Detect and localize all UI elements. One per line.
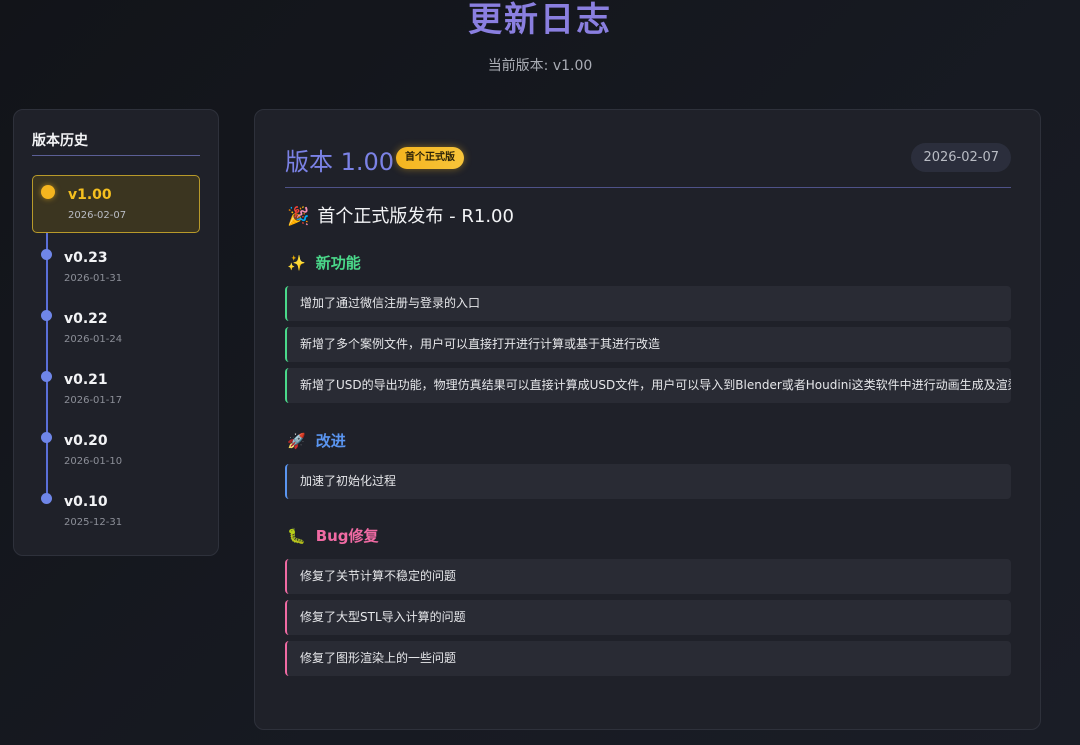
version-item-v0-10[interactable]: v0.10 2025-12-31: [32, 484, 200, 542]
list-item: 修复了大型STL导入计算的问题: [285, 600, 1011, 635]
timeline-dot-icon: [41, 493, 52, 504]
version-item-v0-23[interactable]: v0.23 2026-01-31: [32, 240, 200, 298]
section-title: Bug修复: [315, 527, 379, 545]
release-headline: 🎉 首个正式版发布 - R1.00: [287, 202, 514, 228]
version-label: v1.00: [68, 187, 112, 203]
list-item: 修复了关节计算不稳定的问题: [285, 559, 1011, 594]
release-title: 版本 1.00: [285, 148, 395, 176]
version-label: v0.20: [64, 433, 108, 449]
rocket-icon: 🚀: [287, 432, 306, 450]
version-date: 2026-01-31: [64, 273, 123, 284]
version-date: 2026-01-17: [64, 395, 123, 406]
bug-icon: 🐛: [287, 527, 306, 545]
timeline-dot-icon: [41, 249, 52, 260]
page-title: 更新日志: [468, 0, 612, 40]
list-item: 加速了初始化过程: [285, 464, 1011, 499]
version-item-v0-22[interactable]: v0.22 2026-01-24: [32, 301, 200, 359]
version-label: v0.22: [64, 311, 108, 327]
release-divider: [285, 187, 1011, 188]
version-label: v0.23: [64, 250, 108, 266]
version-date: 2026-02-07: [68, 210, 127, 221]
release-headline-text: 首个正式版发布 - R1.00: [317, 206, 514, 227]
page-subtitle: 当前版本: v1.00: [487, 58, 593, 74]
release-date-badge: 2026-02-07: [911, 143, 1011, 172]
sparkles-icon: ✨: [287, 254, 306, 272]
version-date: 2026-01-10: [64, 456, 123, 467]
section-heading-bug-fixes: 🐛 Bug修复: [287, 525, 379, 546]
section-heading-improvements: 🚀 改进: [287, 430, 346, 451]
version-item-v0-20[interactable]: v0.20 2026-01-10: [32, 423, 200, 481]
version-date: 2025-12-31: [64, 517, 123, 528]
version-date: 2026-01-24: [64, 334, 123, 345]
version-history-sidebar: 版本历史 v1.00 2026-02-07 v0.23 2026-01-31 v…: [13, 109, 219, 556]
timeline-dot-icon: [41, 371, 52, 382]
version-label: v0.10: [64, 494, 108, 510]
party-popper-icon: 🎉: [287, 206, 310, 227]
section-heading-new-features: ✨ 新功能: [287, 252, 361, 273]
timeline-dot-icon: [41, 185, 55, 199]
version-item-v1-00[interactable]: v1.00 2026-02-07: [32, 175, 200, 233]
list-item: 新增了USD的导出功能，物理仿真结果可以直接计算成USD文件，用户可以导入到Bl…: [285, 368, 1011, 403]
section-title: 新功能: [315, 254, 361, 272]
release-notes-panel: 版本 1.00 首个正式版 2026-02-07 🎉 首个正式版发布 - R1.0…: [254, 109, 1041, 730]
version-label: v0.21: [64, 372, 108, 388]
sidebar-title: 版本历史: [32, 133, 88, 149]
sidebar-divider: [32, 155, 200, 156]
release-badge: 首个正式版: [396, 147, 464, 169]
timeline-dot-icon: [41, 432, 52, 443]
timeline-dot-icon: [41, 310, 52, 321]
section-title: 改进: [315, 432, 346, 450]
version-item-v0-21[interactable]: v0.21 2026-01-17: [32, 362, 200, 420]
list-item: 增加了通过微信注册与登录的入口: [285, 286, 1011, 321]
list-item: 新增了多个案例文件，用户可以直接打开进行计算或基于其进行改造: [285, 327, 1011, 362]
list-item: 修复了图形渲染上的一些问题: [285, 641, 1011, 676]
